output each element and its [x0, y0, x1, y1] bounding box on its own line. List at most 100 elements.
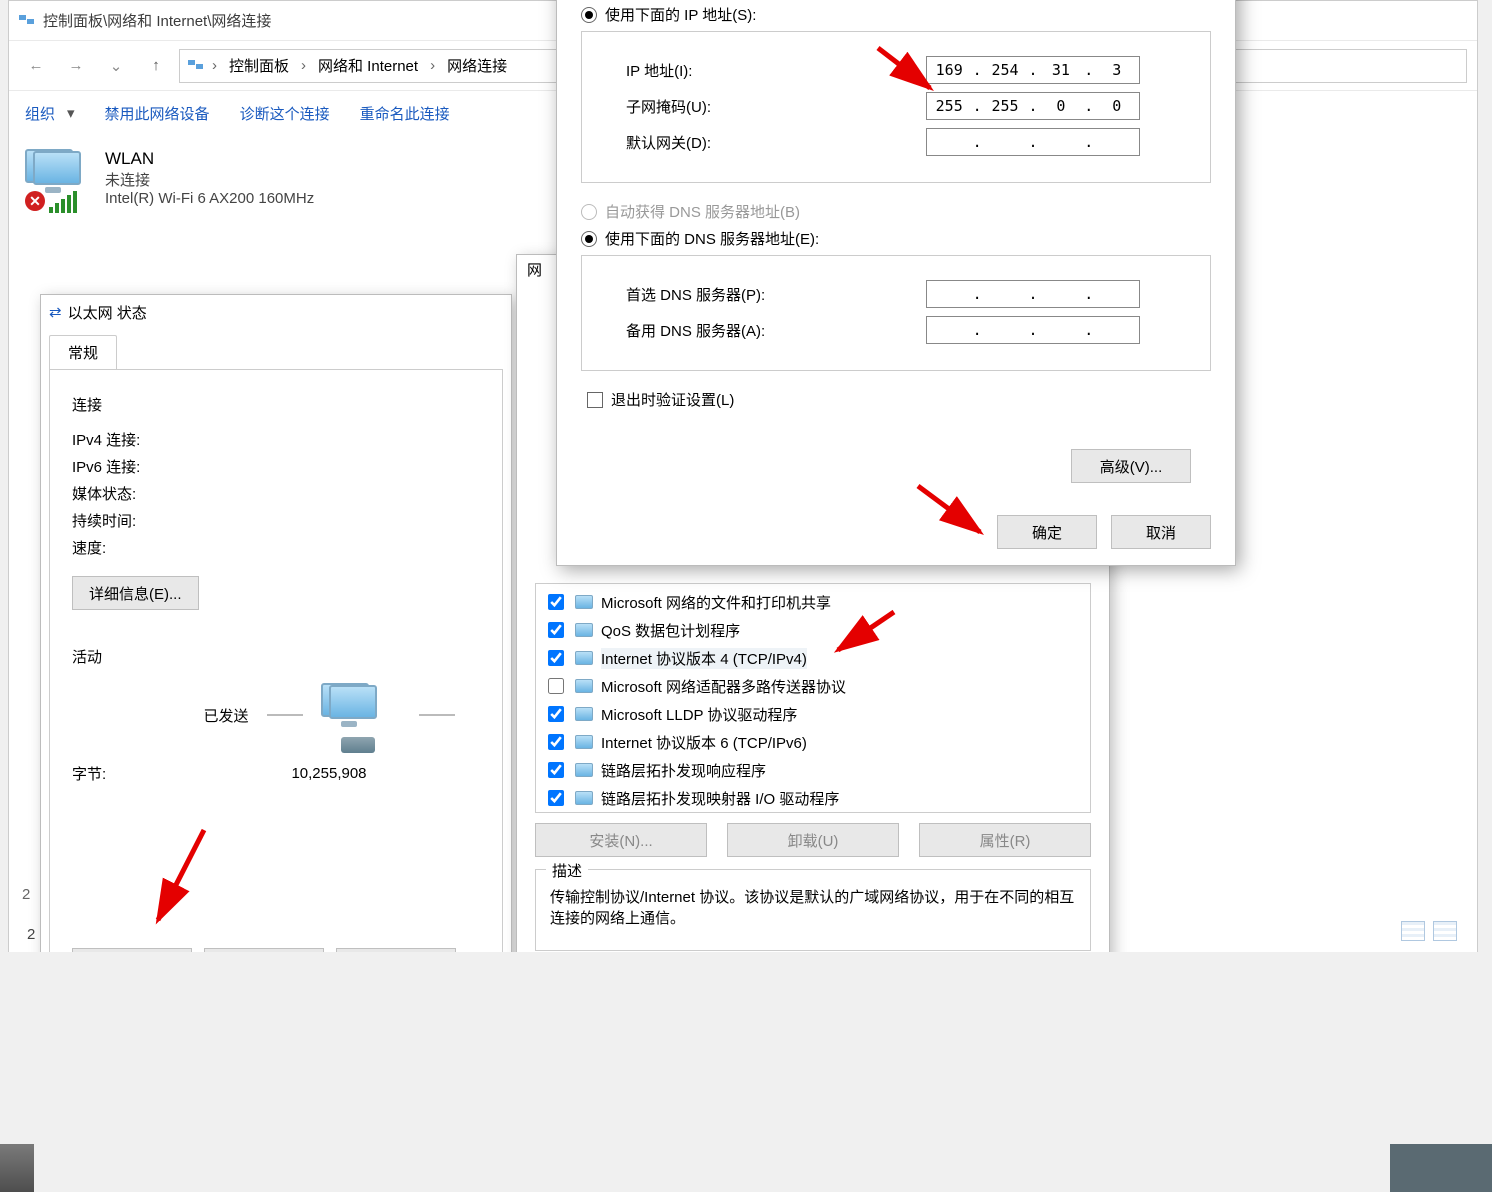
item-label: 链路层拓扑发现映射器 I/O 驱动程序: [601, 788, 839, 809]
wlan-device: Intel(R) Wi-Fi 6 AX200 160MHz: [105, 190, 314, 207]
wlan-icon: ✕: [25, 149, 93, 209]
breadcrumb-control-panel[interactable]: 控制面板: [223, 55, 295, 76]
checkbox-icon[interactable]: [587, 392, 603, 408]
list-item[interactable]: 链路层拓扑发现映射器 I/O 驱动程序: [540, 784, 1086, 812]
bytes-label: 字节:: [72, 763, 148, 784]
wifi-signal-icon: [49, 191, 77, 213]
item-label: Microsoft LLDP 协议驱动程序: [601, 704, 797, 725]
separator: [267, 714, 303, 716]
breadcrumb-network-connections[interactable]: 网络连接: [441, 55, 513, 76]
activity-icon: [321, 683, 401, 747]
view-large-icon[interactable]: [1433, 921, 1457, 941]
advanced-button[interactable]: 高级(V)...: [1071, 449, 1191, 483]
item-label: QoS 数据包计划程序: [601, 620, 740, 641]
item-label: Internet 协议版本 6 (TCP/IPv6): [601, 732, 807, 753]
explorer-title: 控制面板\网络和 Internet\网络连接: [43, 10, 271, 31]
item-checkbox[interactable]: [548, 594, 564, 610]
breadcrumb-network-internet[interactable]: 网络和 Internet: [312, 55, 424, 76]
gateway-input[interactable]: . . .: [926, 128, 1140, 156]
duration-label: 持续时间:: [72, 510, 222, 531]
list-item[interactable]: Microsoft 网络的文件和打印机共享: [540, 588, 1086, 616]
details-button[interactable]: 详细信息(E)...: [72, 576, 199, 610]
description-box: 描述 传输控制协议/Internet 协议。该协议是默认的广域网络协议，用于在不…: [535, 869, 1091, 951]
alternate-dns-input[interactable]: ...: [926, 316, 1140, 344]
item-checkbox[interactable]: [548, 622, 564, 638]
protocol-icon: [575, 623, 593, 637]
status-titlebar[interactable]: ⇄ 以太网 状态: [41, 295, 511, 329]
ip-address-label: IP 地址(I):: [626, 60, 926, 81]
page-number: 2: [22, 886, 30, 903]
cancel-button[interactable]: 取消: [1111, 515, 1211, 549]
item-checkbox[interactable]: [548, 734, 564, 750]
item-label: Microsoft 网络适配器多路传送器协议: [601, 676, 846, 697]
status-item-count: 2: [27, 926, 35, 943]
toolbar-organize[interactable]: 组织: [25, 103, 55, 124]
item-checkbox[interactable]: [548, 706, 564, 722]
ip-address-input[interactable]: 169. 254. 31. 3: [926, 56, 1140, 84]
page-background: [0, 952, 1492, 1192]
list-item[interactable]: Internet 协议版本 6 (TCP/IPv6): [540, 728, 1086, 756]
ipv4-label: IPv4 连接:: [72, 429, 222, 450]
list-item[interactable]: Microsoft 网络适配器多路传送器协议: [540, 672, 1086, 700]
list-item[interactable]: Microsoft LLDP 协议驱动程序: [540, 700, 1086, 728]
item-checkbox[interactable]: [548, 678, 564, 694]
description-header: 描述: [546, 860, 588, 881]
item-checkbox[interactable]: [548, 790, 564, 806]
section-activity: 活动: [72, 646, 480, 667]
wlan-name: WLAN: [105, 149, 314, 169]
chevron-down-icon[interactable]: ▾: [67, 104, 75, 122]
chevron-right-icon: ›: [430, 57, 435, 74]
toolbar-rename[interactable]: 重命名此连接: [360, 103, 450, 124]
dns-settings-group: 首选 DNS 服务器(P): ... 备用 DNS 服务器(A): ...: [581, 255, 1211, 371]
gateway-label: 默认网关(D):: [626, 132, 926, 153]
list-item[interactable]: 链路层拓扑发现响应程序: [540, 756, 1086, 784]
list-item[interactable]: Internet 协议版本 4 (TCP/IPv4): [540, 644, 1086, 672]
bytes-sent-value: 10,255,908: [291, 765, 366, 782]
preferred-dns-input[interactable]: ...: [926, 280, 1140, 308]
media-label: 媒体状态:: [72, 483, 222, 504]
item-label: Microsoft 网络的文件和打印机共享: [601, 592, 831, 613]
nav-up-icon[interactable]: ↑: [139, 49, 173, 83]
install-button[interactable]: 安装(N)...: [535, 823, 707, 857]
list-item[interactable]: QoS 数据包计划程序: [540, 616, 1086, 644]
uninstall-button[interactable]: 卸载(U): [727, 823, 899, 857]
description-text: 传输控制协议/Internet 协议。该协议是默认的广域网络协议，用于在不同的相…: [550, 886, 1076, 928]
subnet-mask-label: 子网掩码(U):: [626, 96, 926, 117]
view-details-icon[interactable]: [1401, 921, 1425, 941]
address-icon: [186, 56, 206, 76]
radio-use-ip[interactable]: 使用下面的 IP 地址(S):: [581, 4, 1211, 25]
section-connection: 连接: [72, 394, 480, 415]
nav-dropdown-icon[interactable]: ⌄: [99, 49, 133, 83]
protocol-icon: [575, 679, 593, 693]
radio-use-dns[interactable]: 使用下面的 DNS 服务器地址(E):: [581, 228, 1211, 249]
status-title: 以太网 状态: [68, 302, 147, 323]
preferred-dns-label: 首选 DNS 服务器(P):: [626, 284, 926, 305]
toolbar-disable[interactable]: 禁用此网络设备: [105, 103, 210, 124]
toolbar-diagnose[interactable]: 诊断这个连接: [240, 103, 330, 124]
tcpip-v4-dialog: 自动获得 IP 地址(O) 使用下面的 IP 地址(S): IP 地址(I): …: [556, 0, 1236, 566]
components-list[interactable]: Microsoft 网络的文件和打印机共享 QoS 数据包计划程序 Internet…: [535, 583, 1091, 813]
status-body: 连接 IPv4 连接: IPv6 连接: 媒体状态: 持续时间: 速度: 详细信…: [49, 369, 503, 997]
view-mode-icons[interactable]: [1401, 921, 1457, 941]
subnet-mask-input[interactable]: 255. 255. 0. 0: [926, 92, 1140, 120]
item-properties-button[interactable]: 属性(R): [919, 823, 1091, 857]
ethernet-status-dialog: ⇄ 以太网 状态 常规 连接 IPv4 连接: IPv6 连接: 媒体状态: 持…: [40, 294, 512, 994]
alternate-dns-label: 备用 DNS 服务器(A):: [626, 320, 926, 341]
item-checkbox[interactable]: [548, 650, 564, 666]
radio-checked-icon: [581, 231, 597, 247]
validate-checkbox-row[interactable]: 退出时验证设置(L): [587, 389, 1211, 410]
ok-button[interactable]: 确定: [997, 515, 1097, 549]
protocol-icon: [575, 595, 593, 609]
nav-fwd-icon[interactable]: →: [59, 49, 93, 83]
tab-general[interactable]: 常规: [49, 335, 117, 369]
wlan-text: WLAN 未连接 Intel(R) Wi-Fi 6 AX200 160MHz: [105, 149, 314, 207]
protocol-icon: [575, 763, 593, 777]
radio-checked-icon: [581, 7, 597, 23]
item-label: Internet 协议版本 4 (TCP/IPv4): [601, 648, 807, 669]
item-checkbox[interactable]: [548, 762, 564, 778]
ip-settings-group: IP 地址(I): 169. 254. 31. 3 子网掩码(U): 255. …: [581, 31, 1211, 183]
nav-back-icon[interactable]: ←: [19, 49, 53, 83]
speed-label: 速度:: [72, 537, 222, 558]
connection-wlan[interactable]: ✕ WLAN 未连接 Intel(R) Wi-Fi 6 AX200 160MHz: [25, 149, 314, 209]
separator: [419, 714, 455, 716]
